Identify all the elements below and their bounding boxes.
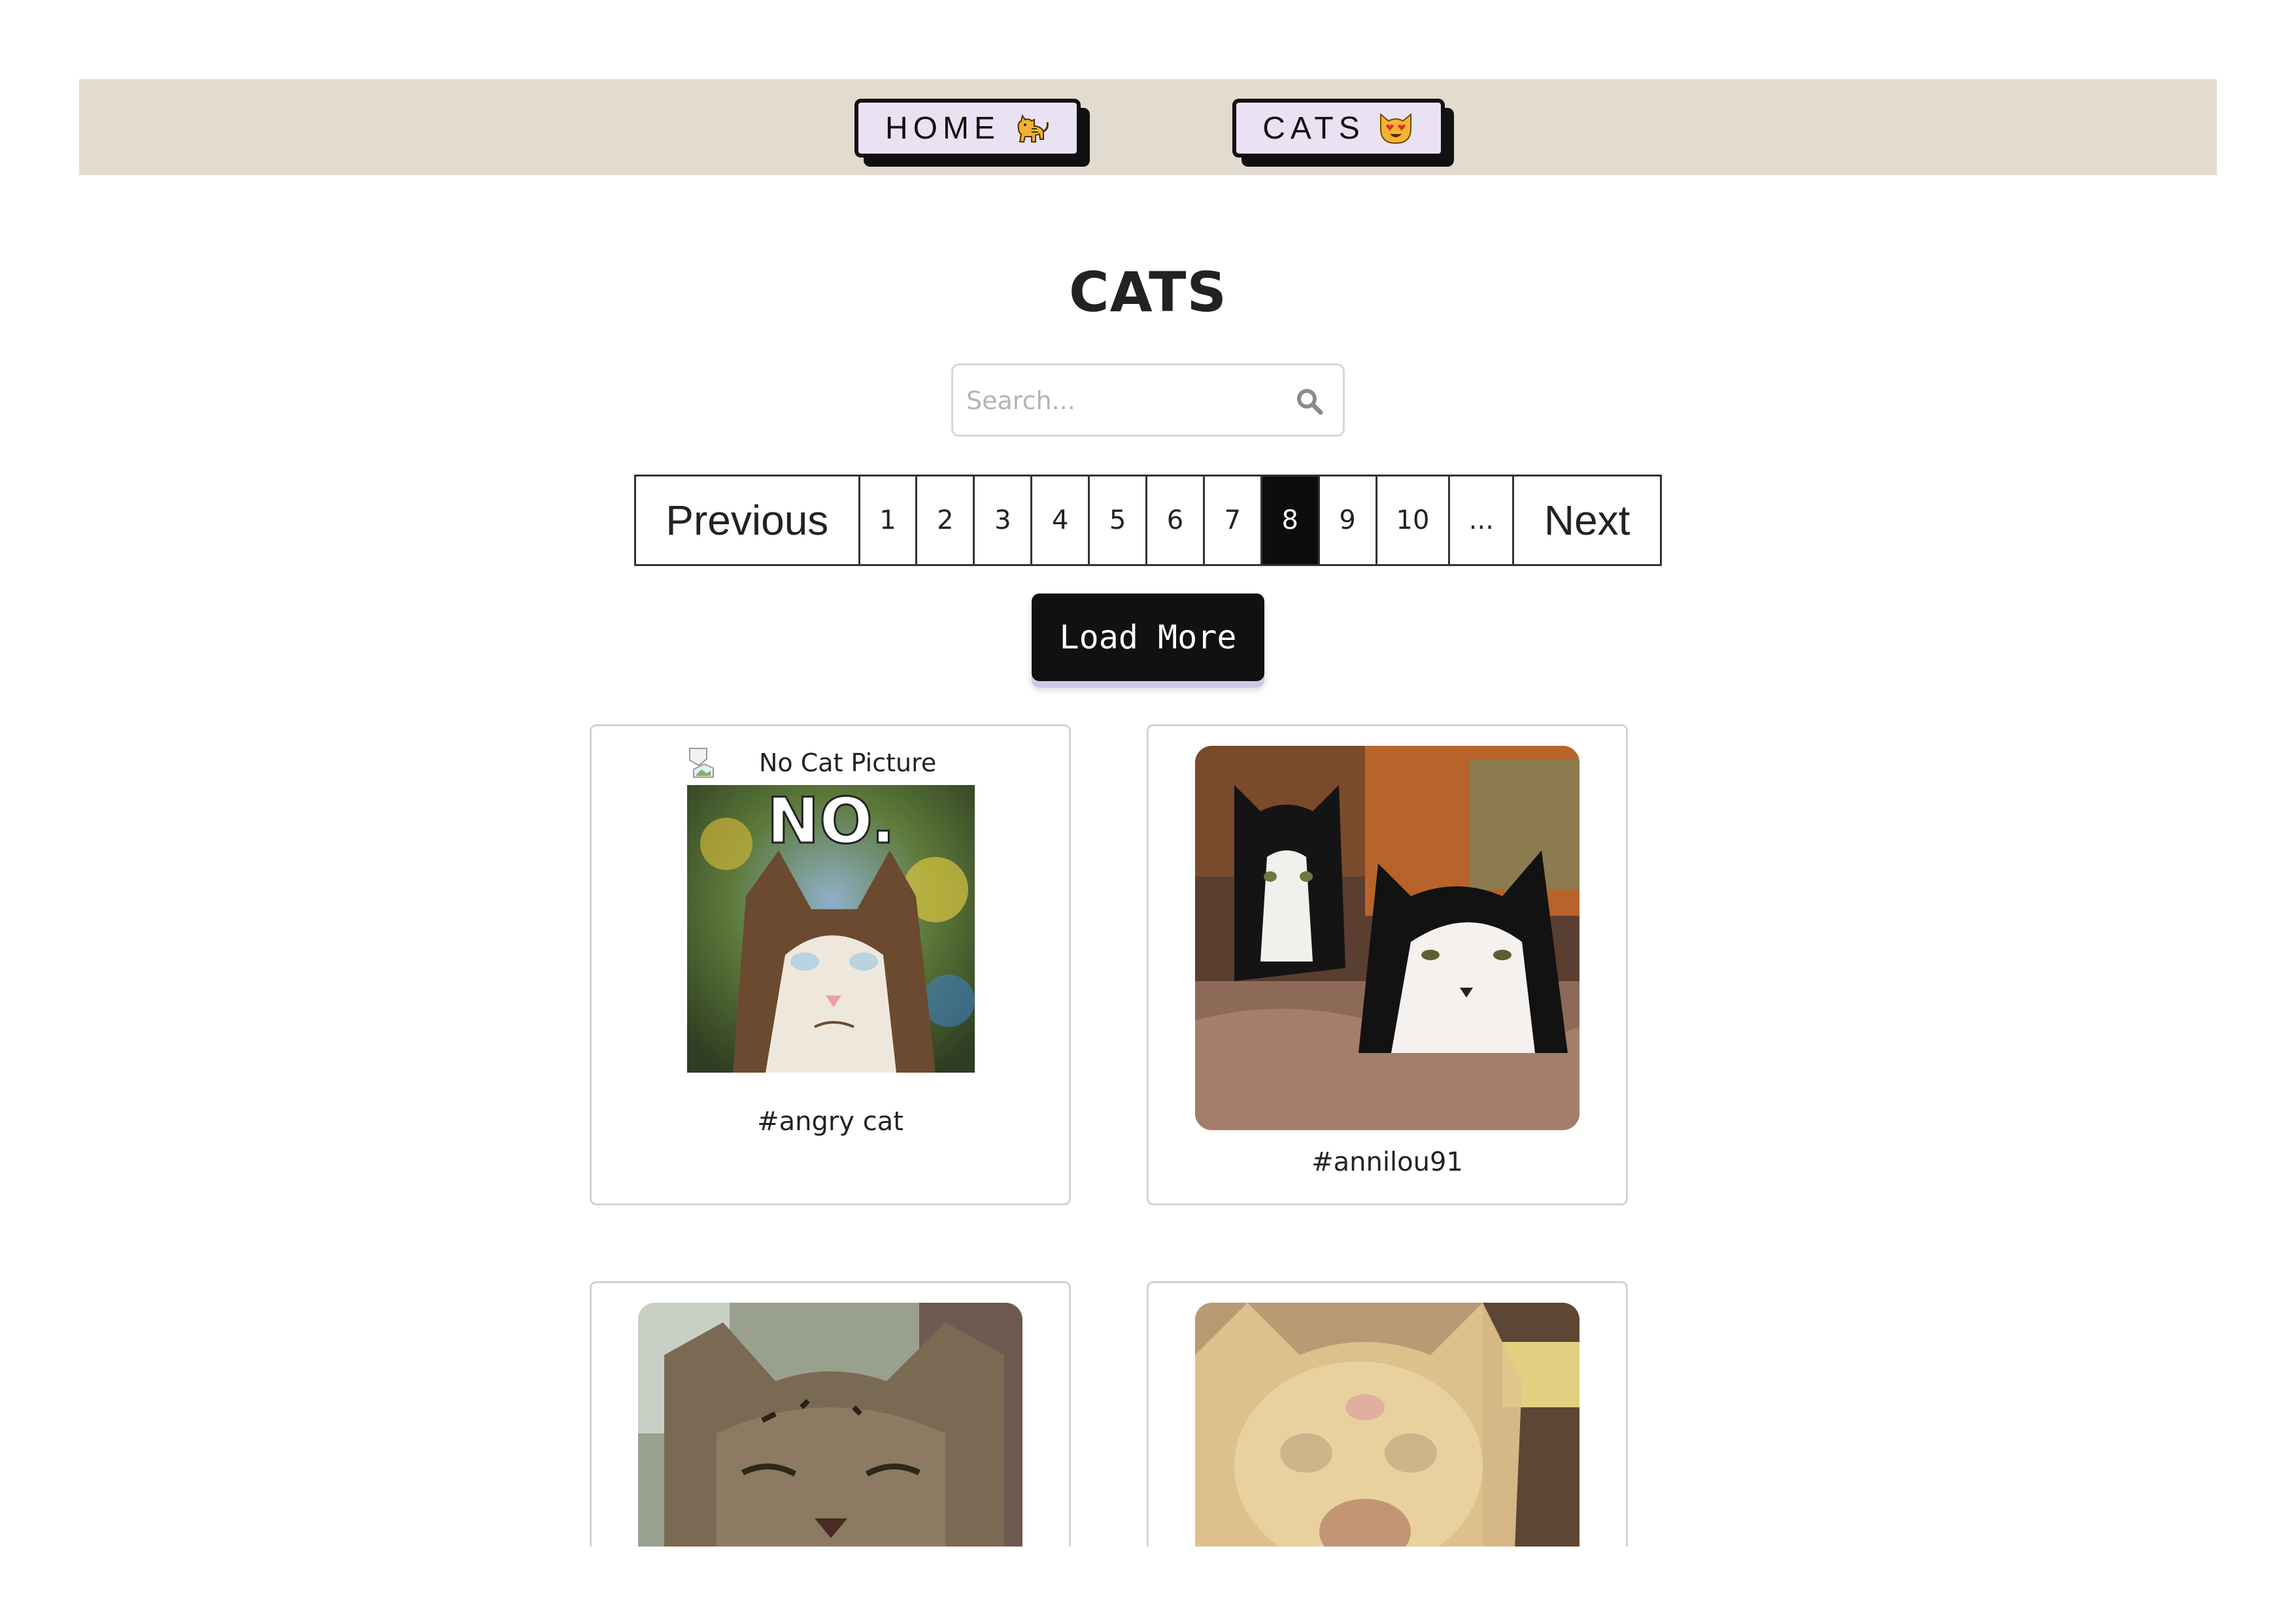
cat-caption: #angry cat xyxy=(757,1107,903,1137)
pagination-page-4[interactable]: 4 xyxy=(1030,477,1088,564)
cat-caption: #annilou91 xyxy=(1311,1147,1463,1177)
cat-photo xyxy=(1195,746,1579,1130)
nav-home-label: HOME xyxy=(885,110,1000,146)
search-input[interactable] xyxy=(966,377,1274,424)
broken-image-placeholder: No Cat Picture xyxy=(687,746,936,780)
search-box xyxy=(951,363,1345,437)
viewport-bottom-edge xyxy=(0,1547,2296,1623)
pagination-page-3[interactable]: 3 xyxy=(973,477,1030,564)
pagination-page-7[interactable]: 7 xyxy=(1202,477,1260,564)
pagination-page-8-active[interactable]: 8 xyxy=(1260,477,1318,564)
pagination-page-10[interactable]: 10 xyxy=(1375,477,1449,564)
pagination: Previous 1 2 3 4 5 6 7 8 9 10 ... Next xyxy=(634,475,1662,566)
nav-cats-button[interactable]: CATS xyxy=(1232,99,1445,158)
pagination-ellipsis[interactable]: ... xyxy=(1448,477,1512,564)
pagination-page-6[interactable]: 6 xyxy=(1145,477,1203,564)
cat-card[interactable]: No Cat Picture NO. #angry cat xyxy=(590,724,1071,1205)
pagination-page-2[interactable]: 2 xyxy=(915,477,973,564)
pagination-previous-button[interactable]: Previous xyxy=(636,477,858,564)
pagination-page-9[interactable]: 9 xyxy=(1317,477,1376,564)
top-nav: HOME CATS xyxy=(79,79,2217,175)
load-more-button[interactable]: Load More xyxy=(1032,594,1264,681)
nav-cats-label: CATS xyxy=(1262,110,1365,146)
page-title: CATS xyxy=(1069,260,1227,324)
cat-card[interactable]: #annilou91 xyxy=(1147,724,1628,1205)
pagination-page-5[interactable]: 5 xyxy=(1088,477,1145,564)
meme-text: NO. xyxy=(767,785,895,858)
pagination-page-1[interactable]: 1 xyxy=(858,477,916,564)
nav-home-button[interactable]: HOME xyxy=(854,99,1081,158)
heart-eyes-cat-icon xyxy=(1377,109,1415,147)
image-alt-text: No Cat Picture xyxy=(759,748,937,777)
cat-walking-icon xyxy=(1012,109,1050,147)
pagination-next-button[interactable]: Next xyxy=(1512,477,1660,564)
broken-image-icon xyxy=(687,746,718,780)
search-icon[interactable] xyxy=(1294,386,1325,416)
page: HOME CATS CATS Search... Previous 1 2 3 … xyxy=(0,0,2296,1623)
cat-photo: NO. xyxy=(687,785,975,1073)
